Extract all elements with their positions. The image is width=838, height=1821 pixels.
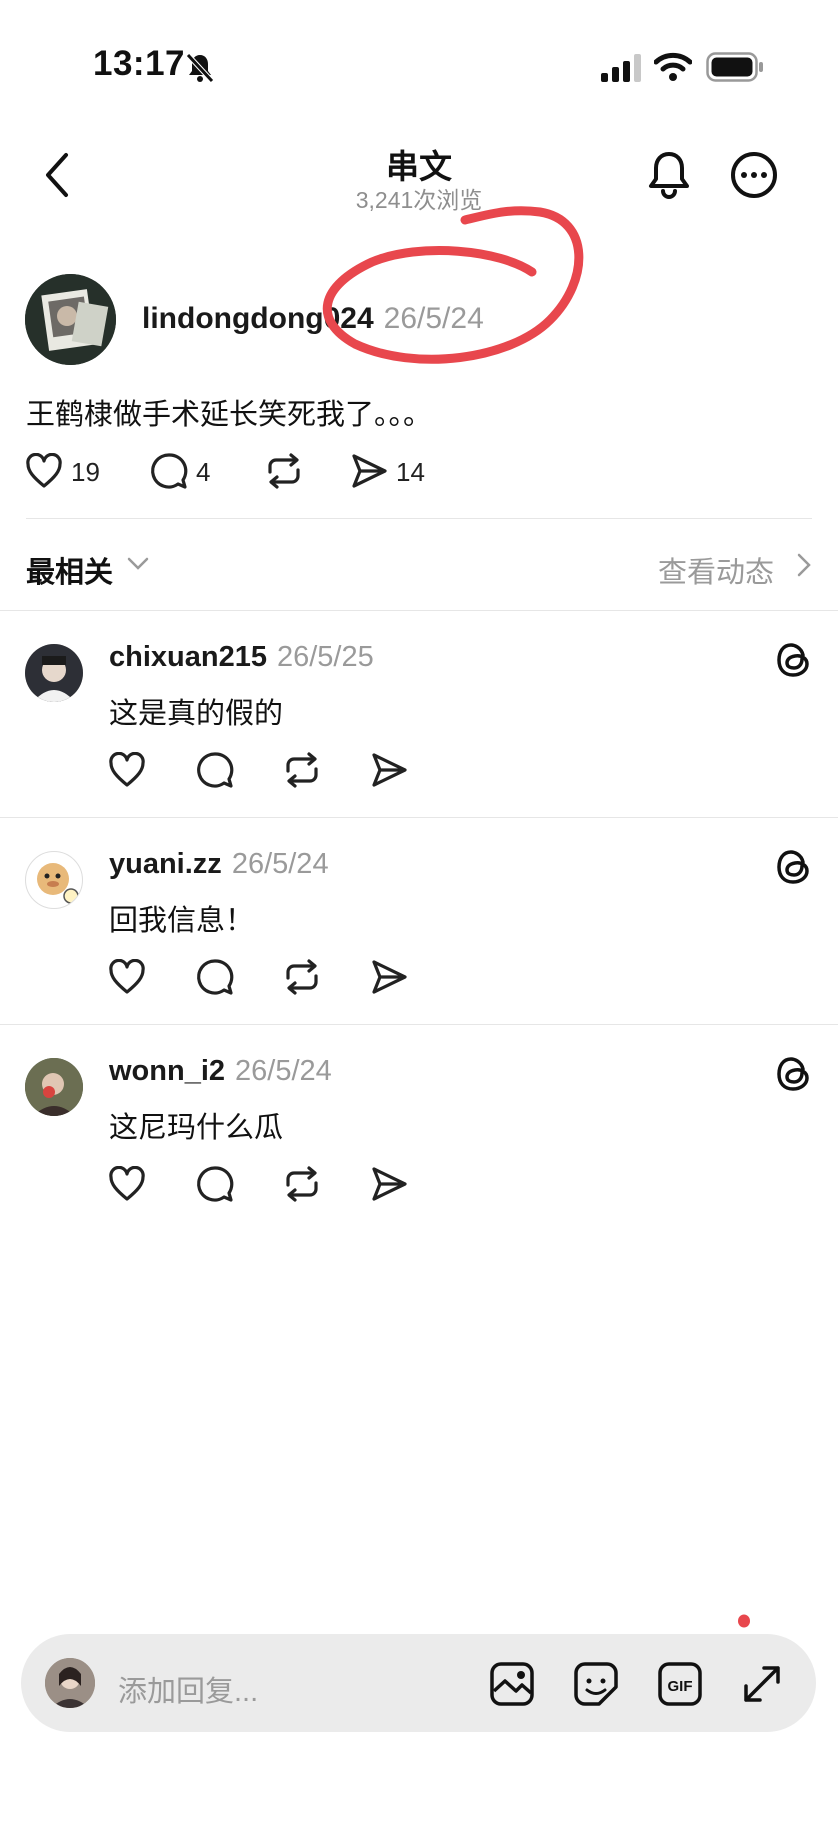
heart-icon[interactable] <box>108 1166 146 1202</box>
more-icon[interactable] <box>730 151 778 199</box>
svg-text:GIF: GIF <box>668 1678 693 1695</box>
post-text: 王鹤棣做手术延长笑死我了。。。 <box>26 399 433 431</box>
send-icon[interactable] <box>350 452 388 490</box>
repost-icon[interactable] <box>282 958 322 996</box>
heart-icon[interactable] <box>108 752 146 788</box>
chevron-right-icon[interactable] <box>796 552 812 578</box>
wifi-icon <box>654 52 692 81</box>
mute-bell-icon <box>186 53 214 83</box>
comment-text: 这是真的假的 <box>109 698 284 730</box>
post-avatar[interactable] <box>25 274 116 365</box>
comment-avatar[interactable] <box>25 851 83 909</box>
divider <box>26 518 812 519</box>
send-icon[interactable] <box>370 751 408 789</box>
repost-icon[interactable] <box>282 1165 322 1203</box>
comment-author[interactable]: yuani.zz 26/5/24 <box>109 848 329 881</box>
repost-icon[interactable] <box>282 751 322 789</box>
reply-avatar <box>45 1658 95 1708</box>
sort-dropdown[interactable]: 最相关 <box>26 549 113 591</box>
expand-icon[interactable] <box>740 1662 784 1706</box>
signal-icon <box>601 54 641 82</box>
divider <box>0 817 838 818</box>
comment-count: 4 <box>196 457 211 487</box>
comment-date: 26/5/25 <box>276 641 374 673</box>
reply-input[interactable]: 添加回复... <box>118 1668 258 1710</box>
repost-icon[interactable] <box>264 452 304 490</box>
comment-author[interactable]: wonn_i2 26/5/24 <box>109 1055 332 1088</box>
send-icon[interactable] <box>370 1165 408 1203</box>
bell-icon[interactable] <box>646 148 692 200</box>
divider <box>0 1024 838 1025</box>
threads-icon[interactable] <box>776 1055 812 1093</box>
comment-username[interactable]: wonn_i2 <box>109 1055 225 1087</box>
comment-icon[interactable] <box>196 1165 234 1203</box>
divider <box>0 610 838 611</box>
battery-icon <box>706 52 763 82</box>
comment-author[interactable]: chixuan215 26/5/25 <box>109 641 374 674</box>
comment-icon[interactable] <box>150 452 188 490</box>
comment-username[interactable]: chixuan215 <box>109 641 267 673</box>
comment-avatar[interactable] <box>25 644 83 702</box>
share-count: 14 <box>396 457 425 487</box>
comment-username[interactable]: yuani.zz <box>109 848 222 880</box>
comment-date: 26/5/24 <box>235 1055 332 1087</box>
comment-avatar[interactable] <box>25 1058 83 1116</box>
heart-icon[interactable] <box>108 959 146 995</box>
annotation-circle-icon <box>322 206 584 364</box>
chevron-down-icon[interactable] <box>126 556 150 572</box>
threads-icon[interactable] <box>776 848 812 886</box>
comment-text: 这尼玛什么瓜 <box>109 1112 284 1144</box>
sort-label: 最相关 <box>26 557 114 589</box>
like-count: 19 <box>71 457 100 487</box>
threads-icon[interactable] <box>776 641 812 679</box>
comment-date: 26/5/24 <box>231 848 329 880</box>
sticker-icon[interactable] <box>573 1661 619 1707</box>
view-activity-link[interactable]: 查看动态 <box>658 549 774 591</box>
status-time: 13:17 <box>93 44 186 83</box>
annotation-dot-icon <box>738 1614 750 1628</box>
comment-text: 回我信息！ <box>109 905 255 937</box>
comment-icon[interactable] <box>196 958 234 996</box>
send-icon[interactable] <box>370 958 408 996</box>
heart-icon[interactable] <box>25 453 63 489</box>
comment-icon[interactable] <box>196 751 234 789</box>
image-icon[interactable] <box>489 1661 535 1707</box>
gif-icon[interactable]: GIF <box>657 1661 703 1707</box>
